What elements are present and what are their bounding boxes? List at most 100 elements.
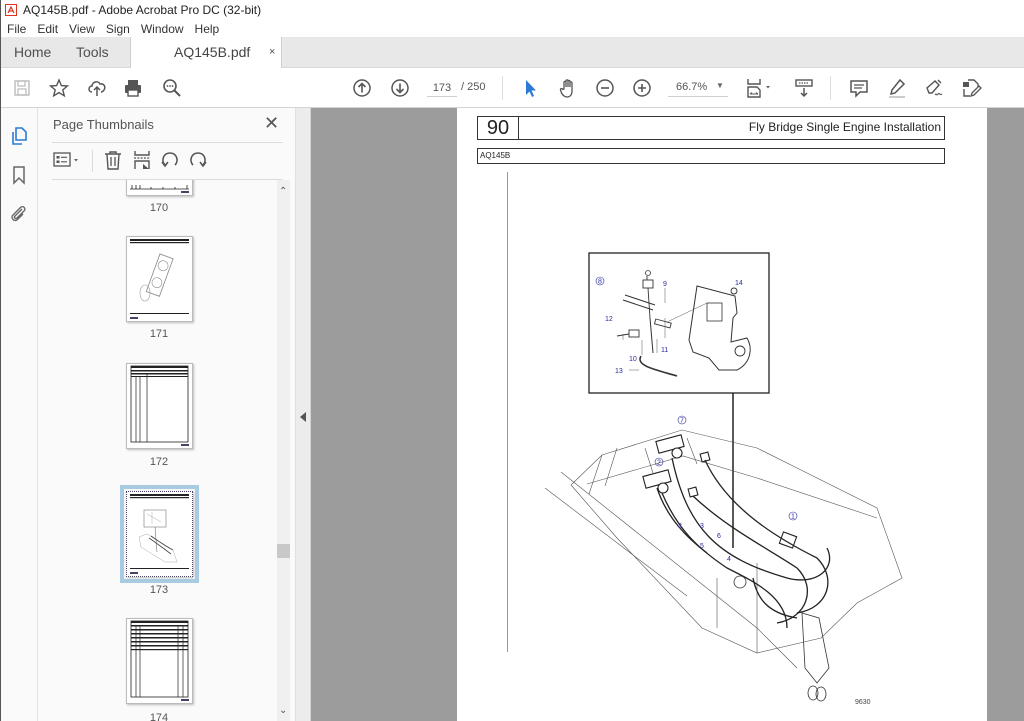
zoom-in-icon[interactable] xyxy=(631,77,653,99)
document-viewport[interactable]: 90 Fly Bridge Single Engine Installation… xyxy=(311,108,1024,721)
menu-help[interactable]: Help xyxy=(189,22,225,36)
menu-view[interactable]: View xyxy=(63,22,100,36)
page-down-icon[interactable] xyxy=(389,77,411,99)
cable-harness xyxy=(656,457,831,629)
tab-close-button[interactable]: × xyxy=(269,37,275,68)
print-icon[interactable] xyxy=(122,77,144,99)
menu-bar: File Edit View Sign Window Help xyxy=(1,20,1024,37)
panel-collapse-strip[interactable] xyxy=(295,108,311,721)
toolbar: / 250 66.7% ▼ xyxy=(1,68,1024,108)
page-up-icon[interactable] xyxy=(351,77,373,99)
menu-edit[interactable]: Edit xyxy=(31,22,63,36)
page-preview xyxy=(130,185,189,193)
total-pages: / 250 xyxy=(461,81,486,93)
thumbnail-page-172[interactable] xyxy=(126,363,193,449)
edit-pdf-icon[interactable] xyxy=(960,77,982,99)
tab-tools[interactable]: Tools xyxy=(76,37,109,68)
rotate-right-icon[interactable] xyxy=(187,149,209,171)
callout-12: 12 xyxy=(605,316,613,323)
installation-diagram: 8 9 14 12 11 10 13 7 2 1 3 3 6 5 4 xyxy=(544,252,903,702)
callout-8: 8 xyxy=(598,279,602,286)
tab-document-label: AQ145B.pdf xyxy=(174,44,251,60)
thumbnails-panel: Page Thumbnails ✕ 170 171 172 173 174 ⌃ … xyxy=(38,108,295,721)
thumbnail-label: 172 xyxy=(149,456,169,468)
control-boxes xyxy=(642,434,798,549)
page-preview xyxy=(130,494,189,574)
zoom-level-select[interactable]: 66.7% ▼ xyxy=(668,79,728,97)
thumbnail-list: 170 171 172 173 174 xyxy=(38,180,278,721)
callout-11: 11 xyxy=(661,347,668,354)
callout-4: 4 xyxy=(727,556,731,563)
chevron-down-icon: ▼ xyxy=(716,81,724,90)
delete-page-icon[interactable] xyxy=(102,149,124,171)
tab-bar: Home Tools AQ145B.pdf × xyxy=(1,37,1024,69)
figure-number: 9630 xyxy=(855,699,871,706)
insert-page-icon[interactable] xyxy=(131,149,153,171)
thumbnail-scrollbar[interactable]: ⌃ ⌄ xyxy=(277,180,290,721)
thumbnail-label: 174 xyxy=(149,712,169,721)
callout-2: 2 xyxy=(657,460,661,467)
page-thumbnails-icon[interactable] xyxy=(9,126,29,146)
highlight-icon[interactable] xyxy=(886,77,908,99)
scroll-up-icon[interactable]: ⌃ xyxy=(279,186,287,197)
page-fit-icon[interactable] xyxy=(745,77,775,99)
thumbnail-page-174[interactable] xyxy=(126,618,193,704)
acrobat-app-icon xyxy=(5,4,17,16)
callout-9: 9 xyxy=(663,281,667,288)
panel-divider xyxy=(52,142,283,143)
panel-title: Page Thumbnails xyxy=(53,117,154,132)
callout-13: 13 xyxy=(615,368,623,375)
callout-7: 7 xyxy=(680,418,684,425)
callout-3a: 3 xyxy=(678,523,682,530)
callout-14: 14 xyxy=(735,280,743,287)
save-icon[interactable] xyxy=(11,77,33,99)
sign-icon[interactable] xyxy=(923,77,945,99)
tab-document[interactable]: AQ145B.pdf × xyxy=(130,37,282,69)
panel-tool-divider xyxy=(92,150,93,172)
thumbnail-label: 173 xyxy=(149,584,169,596)
thumbnail-options-icon[interactable] xyxy=(52,149,84,171)
acrobat-window: AQ145B.pdf - Adobe Acrobat Pro DC (32-bi… xyxy=(0,0,1024,721)
left-rail xyxy=(1,108,38,721)
callout-3b: 3 xyxy=(700,523,704,530)
thumbnail-label: 170 xyxy=(149,202,169,214)
pdf-page: 90 Fly Bridge Single Engine Installation… xyxy=(457,108,987,721)
bookmark-star-icon[interactable] xyxy=(48,77,70,99)
page-preview xyxy=(130,620,189,701)
hand-icon[interactable] xyxy=(557,77,579,99)
panel-close-button[interactable]: ✕ xyxy=(264,113,279,134)
window-title: AQ145B.pdf - Adobe Acrobat Pro DC (32-bi… xyxy=(23,3,262,17)
callout-5: 5 xyxy=(700,543,704,550)
thumbnail-page-173[interactable] xyxy=(120,485,199,583)
toolbar-divider xyxy=(502,76,503,100)
scroll-mode-icon[interactable] xyxy=(793,77,815,99)
thumbnail-page-170[interactable] xyxy=(126,180,193,196)
toolbar-divider xyxy=(830,76,831,100)
scroll-down-icon[interactable]: ⌄ xyxy=(279,705,287,716)
outdrive xyxy=(733,575,830,702)
menu-sign[interactable]: Sign xyxy=(100,22,135,36)
page-number-input[interactable] xyxy=(427,79,457,97)
zoom-out-icon[interactable] xyxy=(594,77,616,99)
comment-icon[interactable] xyxy=(848,77,870,99)
page-preview xyxy=(130,239,189,319)
collapse-arrow-icon[interactable] xyxy=(300,412,306,422)
search-zoom-icon[interactable] xyxy=(161,77,183,99)
menu-file[interactable]: File xyxy=(1,22,31,36)
tab-home[interactable]: Home xyxy=(14,37,51,68)
menu-window[interactable]: Window xyxy=(135,22,189,36)
scrollbar-thumb[interactable] xyxy=(277,544,290,558)
rotate-left-icon[interactable] xyxy=(159,149,181,171)
thumbnail-label: 171 xyxy=(149,328,169,340)
bookmarks-icon[interactable] xyxy=(9,165,29,185)
callout-1: 1 xyxy=(791,514,795,521)
cloud-upload-icon[interactable] xyxy=(86,77,108,99)
attachments-icon[interactable] xyxy=(9,204,29,224)
callout-10: 10 xyxy=(629,356,637,363)
title-bar: AQ145B.pdf - Adobe Acrobat Pro DC (32-bi… xyxy=(1,0,1024,20)
page-preview xyxy=(130,365,189,446)
select-cursor-icon[interactable] xyxy=(519,77,541,99)
callout-6: 6 xyxy=(717,533,721,540)
zoom-level-value: 66.7% xyxy=(676,81,708,93)
thumbnail-page-171[interactable] xyxy=(126,236,193,322)
